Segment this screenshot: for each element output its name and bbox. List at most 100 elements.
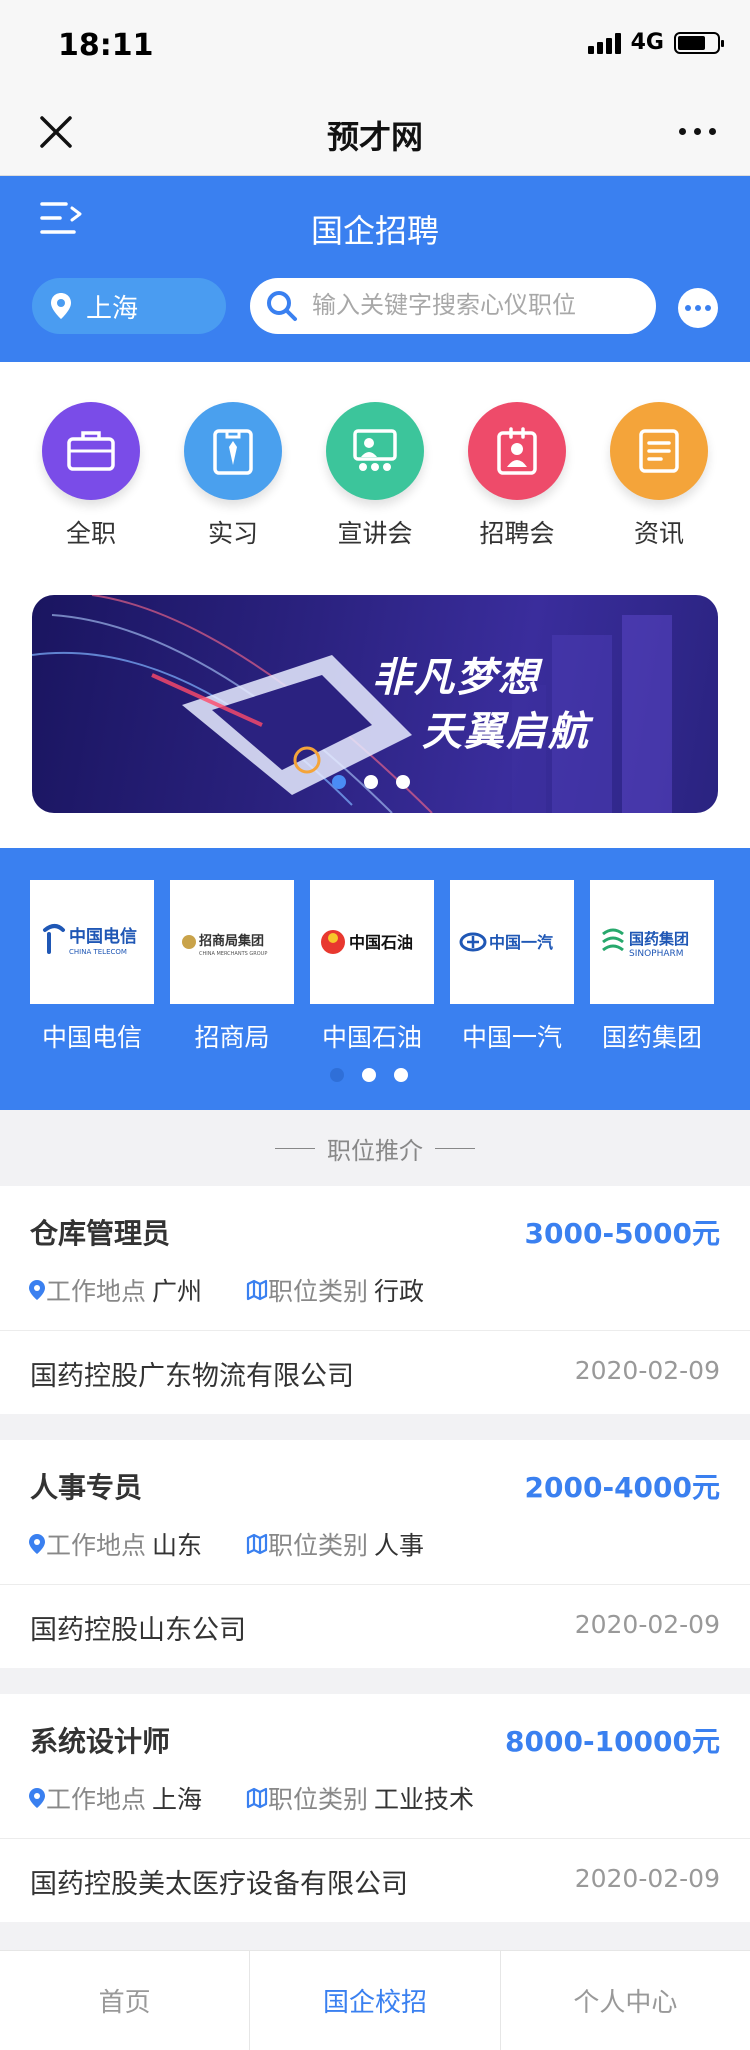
network-type: 4G: [630, 30, 664, 55]
tab-home[interactable]: 首页: [0, 1951, 251, 2050]
divider: [0, 1838, 750, 1839]
faw-logo: 中国一汽: [450, 880, 574, 1004]
category-label: 全职: [65, 519, 116, 548]
briefcase-icon: [67, 431, 115, 471]
banner-pager: [332, 775, 410, 789]
svg-text:中国石油: 中国石油: [349, 933, 413, 952]
more-icon[interactable]: [679, 128, 716, 135]
status-bar: 18:11 4G: [0, 0, 750, 90]
tab-campus-recruit[interactable]: 国企校招: [250, 1951, 501, 2050]
section-title-text: 职位推介: [327, 1136, 423, 1165]
company-name: 国药集团: [601, 1023, 702, 1052]
job-title: 系统设计师: [30, 1725, 171, 1758]
title-bar: 预才网: [0, 90, 750, 176]
location-label: 工作地点: [46, 1277, 147, 1306]
job-salary: 2000-4000元: [524, 1471, 720, 1504]
job-title: 仓库管理员: [30, 1217, 171, 1250]
sinopharm-logo: 国药集团 SINOPHARM: [590, 880, 714, 1004]
company-name: 中国电信: [41, 1023, 142, 1052]
company-item[interactable]: 中国电信 CHINA TELECOM 中国电信: [30, 880, 154, 1054]
banner-line2: 天翼启航: [422, 709, 590, 755]
job-card[interactable]: 系统设计师 8000-10000元 工作地点 上海 职位类别 工业技术 国药控股…: [0, 1694, 750, 1922]
status-indicators: 4G: [587, 30, 724, 55]
job-card[interactable]: 仓库管理员 3000-5000元 工作地点 广州 职位类别 行政 国药控股广东物…: [0, 1186, 750, 1414]
company-item[interactable]: 招商局集团 CHINA MERCHANTS GROUP 招商局: [170, 880, 294, 1054]
category-circle: [326, 402, 424, 500]
page-title: 预才网: [326, 118, 423, 156]
banner-pager-dot[interactable]: [332, 775, 346, 789]
job-meta: 工作地点 山东 职位类别 人事: [28, 1526, 424, 1562]
company-pager: [330, 1068, 408, 1082]
job-category: 工业技术: [374, 1785, 475, 1814]
job-date: 2020-02-09: [574, 1610, 720, 1639]
badge-tie-icon: [213, 429, 253, 475]
divider: [0, 1584, 750, 1585]
banner-pager-dot[interactable]: [364, 775, 378, 789]
more-options-button[interactable]: [678, 288, 718, 328]
svg-text:中国一汽: 中国一汽: [489, 933, 553, 952]
header-title: 国企招聘: [310, 212, 439, 250]
job-company: 国药控股广东物流有限公司: [30, 1361, 354, 1392]
category-label: 宣讲会: [337, 519, 413, 548]
signal-icon: [587, 32, 621, 54]
job-category: 人事: [374, 1531, 425, 1560]
category-label: 招聘会: [479, 519, 555, 548]
location-pin-icon: [29, 1534, 45, 1554]
company-pager-dot[interactable]: [330, 1068, 344, 1082]
promo-banner[interactable]: 非凡梦想 天翼启航: [32, 595, 718, 813]
search-box[interactable]: [250, 278, 656, 334]
location-pin-icon: [29, 1788, 45, 1808]
svg-text:CHINA MERCHANTS GROUP: CHINA MERCHANTS GROUP: [199, 951, 267, 957]
job-card[interactable]: 人事专员 2000-4000元 工作地点 山东 职位类别 人事 国药控股山东公司…: [0, 1440, 750, 1668]
location-pin-icon: [29, 1280, 45, 1300]
company-name: 中国一汽: [461, 1023, 562, 1052]
search-input[interactable]: [312, 292, 632, 320]
category-fulltime[interactable]: 全职: [36, 402, 146, 568]
header: 国企招聘 上海: [0, 176, 750, 362]
divider: [435, 1147, 475, 1149]
banner-section: 非凡梦想 天翼启航: [0, 568, 750, 848]
job-date: 2020-02-09: [574, 1356, 720, 1385]
city-label: 上海: [86, 293, 139, 324]
company-name: 招商局: [194, 1023, 270, 1052]
job-meta: 工作地点 上海 职位类别 工业技术: [28, 1780, 474, 1816]
category-label: 职位类别: [268, 1277, 369, 1306]
section-title: 职位推介: [0, 1110, 750, 1186]
divider: [0, 1330, 750, 1331]
category-map-icon: [246, 1787, 268, 1809]
id-card-icon: [497, 427, 537, 475]
job-company: 国药控股山东公司: [30, 1615, 246, 1646]
status-time: 18:11: [58, 28, 154, 63]
presentation-icon: [353, 429, 397, 471]
company-carousel: 中国电信 CHINA TELECOM 中国电信 招商局集团 CHINA MERC…: [0, 848, 750, 1110]
category-map-icon: [246, 1279, 268, 1301]
svg-text:CHINA TELECOM: CHINA TELECOM: [69, 948, 127, 956]
company-pager-dot[interactable]: [362, 1068, 376, 1082]
company-item[interactable]: 中国石油 中国石油: [310, 880, 434, 1054]
category-seminar[interactable]: 宣讲会: [320, 402, 430, 568]
company-list: 中国电信 CHINA TELECOM 中国电信 招商局集团 CHINA MERC…: [30, 880, 714, 1054]
banner-line1: 非凡梦想: [372, 655, 540, 701]
category-circle: [184, 402, 282, 500]
category-news[interactable]: 资讯: [604, 402, 714, 568]
location-pin-icon: [51, 293, 71, 319]
job-meta: 工作地点 广州 职位类别 行政: [28, 1272, 424, 1308]
job-salary: 8000-10000元: [505, 1725, 720, 1758]
banner-pager-dot[interactable]: [396, 775, 410, 789]
city-selector[interactable]: 上海: [32, 278, 226, 334]
svg-text:国药集团: 国药集团: [629, 930, 689, 948]
news-icon: [639, 429, 679, 473]
company-pager-dot[interactable]: [394, 1068, 408, 1082]
bottom-tab-bar: 首页 国企校招 个人中心: [0, 1950, 750, 2050]
job-category: 行政: [374, 1277, 425, 1306]
category-job-fair[interactable]: 招聘会: [462, 402, 572, 568]
tab-profile[interactable]: 个人中心: [501, 1951, 750, 2050]
category-internship[interactable]: 实习: [178, 402, 288, 568]
company-item[interactable]: 中国一汽 中国一汽: [450, 880, 574, 1054]
battery-icon: [674, 31, 724, 54]
category-label: 职位类别: [268, 1785, 369, 1814]
job-salary: 3000-5000元: [524, 1217, 720, 1250]
search-icon: [267, 291, 297, 321]
company-item[interactable]: 国药集团 SINOPHARM 国药集团: [590, 880, 714, 1054]
petrochina-logo: 中国石油: [310, 880, 434, 1004]
